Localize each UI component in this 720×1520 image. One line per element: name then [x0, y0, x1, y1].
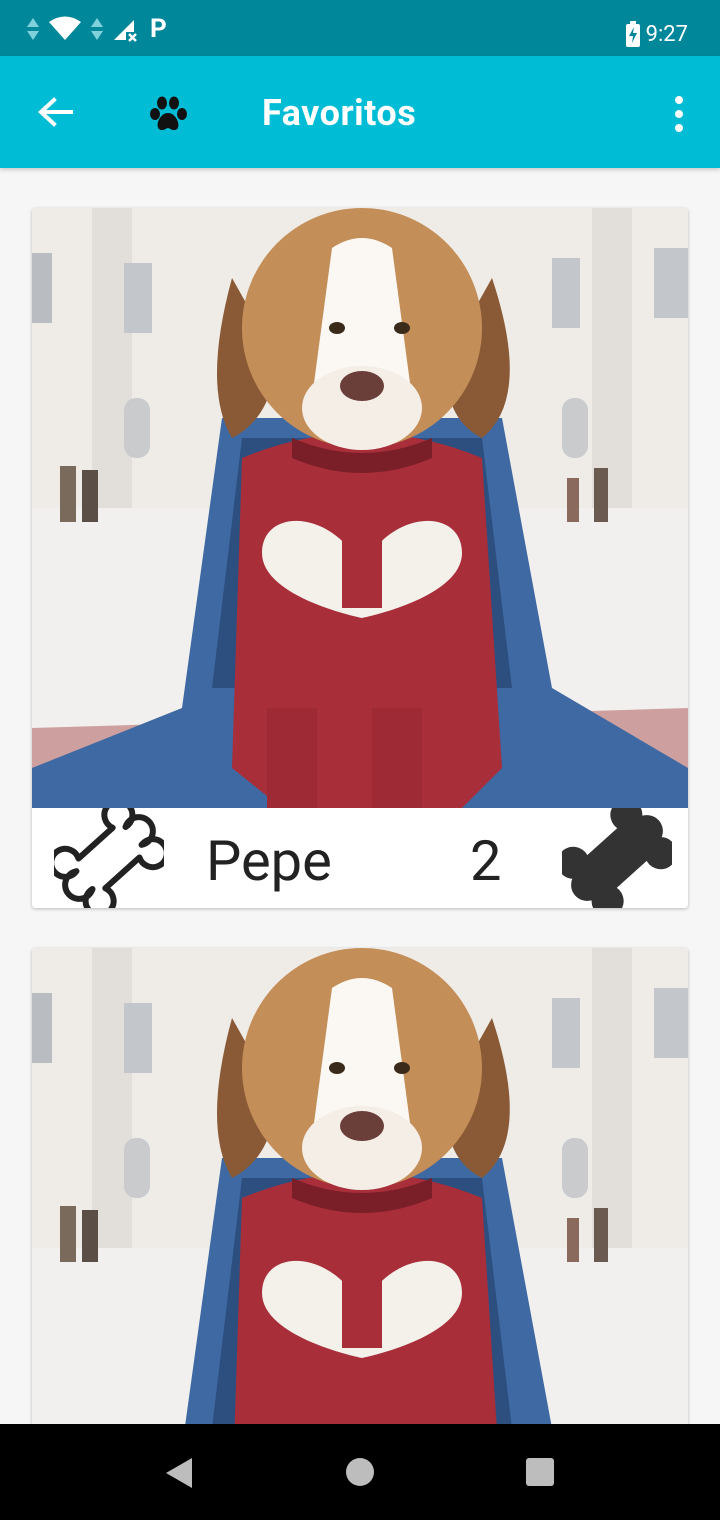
data-arrows-icon	[91, 18, 103, 40]
back-button[interactable]	[30, 90, 80, 134]
status-icons-right: 9:27	[625, 14, 688, 54]
bone-outline-icon[interactable]	[54, 808, 164, 908]
arrow-back-icon	[38, 97, 73, 127]
wifi-icon	[49, 16, 81, 40]
more-vert-icon	[675, 96, 683, 104]
more-vert-dot	[675, 110, 683, 118]
dog-photo	[32, 948, 688, 1468]
favorite-card[interactable]: Pepe 2	[32, 208, 688, 908]
pet-name: Pepe	[206, 828, 332, 894]
bone-filled-icon[interactable]	[562, 808, 672, 908]
data-arrows-icon	[27, 18, 39, 40]
system-nav-bar	[0, 1424, 720, 1520]
more-vert-dot	[675, 124, 683, 132]
dog-photo	[32, 208, 688, 808]
parking-notification-icon: P	[150, 14, 167, 44]
page-title: Favoritos	[262, 92, 417, 134]
favorite-card[interactable]	[32, 948, 688, 1468]
pet-rating: 2	[470, 828, 502, 894]
status-time: 9:27	[645, 21, 688, 47]
dog-illustration	[32, 208, 688, 808]
app-bar: Favoritos	[0, 56, 720, 168]
status-bar: P 9:27	[0, 0, 720, 56]
card-footer: Pepe 2	[32, 808, 688, 908]
nav-home-icon[interactable]	[346, 1458, 374, 1486]
more-options-button[interactable]	[662, 92, 696, 136]
paw-icon	[150, 96, 187, 131]
nav-back-icon[interactable]	[164, 1456, 194, 1490]
dog-illustration	[32, 948, 688, 1468]
battery-charging-icon	[625, 21, 640, 47]
cell-signal-off-icon	[114, 20, 137, 42]
nav-recents-icon[interactable]	[526, 1458, 554, 1486]
status-icons-left: P	[26, 14, 167, 44]
